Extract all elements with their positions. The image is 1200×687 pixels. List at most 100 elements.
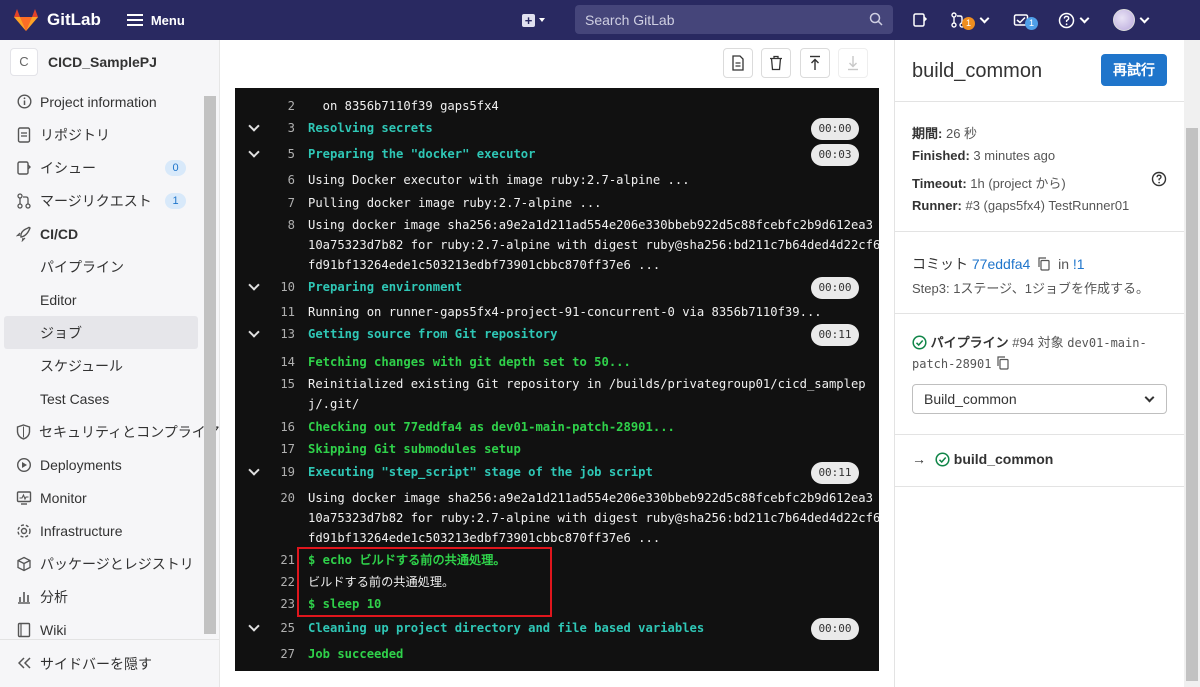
log-line-number[interactable]: 10 [271,277,295,297]
help-menu-button[interactable] [1058,9,1090,31]
log-line-text: $ echo ビルドする前の共通処理。 [308,553,506,567]
log-line-number[interactable]: 22 [271,572,295,592]
search-input[interactable]: Search GitLab [575,5,893,34]
project-name: CICD_SamplePJ [48,54,157,70]
sidebar-item-packages[interactable]: パッケージとレジストリ [0,547,219,580]
help-icon[interactable] [1151,171,1167,187]
trash-icon [770,55,782,71]
log-line-number[interactable]: 3 [271,118,295,138]
chevron-down-icon[interactable] [248,464,260,476]
issues-icon [16,160,32,176]
log-line-number[interactable]: 17 [271,439,295,459]
sidebar-subitem-jobs[interactable]: ジョブ [4,316,198,349]
commit-sha-link[interactable]: 77eddfa4 [972,256,1030,272]
copy-icon[interactable] [997,356,1009,370]
scroll-to-top-button[interactable] [800,48,830,78]
sidebar-item-cicd[interactable]: CI/CD [0,217,219,250]
log-line-text: Fetching changes with git depth set to 5… [308,355,631,369]
log-line-number[interactable]: 23 [271,594,295,614]
sidebar-subitem-editor[interactable]: Editor [0,283,219,316]
chevron-down-icon[interactable] [248,279,260,291]
log-line-number[interactable]: 19 [271,462,295,482]
gitlab-logo[interactable]: GitLab [13,8,101,32]
log-line-number[interactable]: 8 [271,215,295,235]
sidebar-scrollbar[interactable] [204,96,216,634]
sidebar-item-repository[interactable]: リポジトリ [0,118,219,151]
sidebar-item-label: 分析 [40,588,68,605]
page-scrollbar[interactable] [1184,40,1200,687]
chevron-down-icon[interactable] [248,620,260,632]
log-line-number[interactable]: 15 [271,374,295,394]
log-line-number[interactable]: 5 [271,144,295,164]
log-line-number[interactable]: 27 [271,644,295,664]
sidebar-item-merge-requests[interactable]: マージリクエスト 1 [0,184,219,217]
chevron-down-icon[interactable] [248,146,260,158]
log-line-number[interactable]: 16 [271,417,295,437]
mr-count-badge: 1 [962,16,976,30]
log-line-text: Skipping Git submodules setup [308,442,521,456]
merge-request-link[interactable]: !1 [1073,256,1085,272]
log-line-text: Resolving secrets [308,121,433,135]
log-line-text: ビルドする前の共通処理。 [308,575,455,589]
top-navbar: GitLab Menu + Search GitLab 1 1 [0,0,1200,40]
log-line-number[interactable]: 2 [271,96,295,116]
retry-button[interactable]: 再試行 [1101,54,1167,86]
raw-log-button[interactable] [723,48,753,78]
sidebar-item-project-information[interactable]: Project information [0,85,219,118]
log-line-number[interactable]: 11 [271,302,295,322]
todos-nav-button[interactable]: 1 [1013,9,1039,31]
commit-message: Step3: 1ステージ、1ジョブを作成する。 [912,281,1150,296]
merge-requests-nav-button[interactable]: 1 [950,9,990,31]
infrastructure-icon [16,523,32,539]
sidebar-subitem-test-cases[interactable]: Test Cases [0,382,219,415]
sidebar-item-label: リポジトリ [40,126,110,143]
pipeline-branch-row: patch-28901 [912,356,1009,371]
new-dropdown-button[interactable]: + [522,11,546,29]
duration-row: 期間: 26 秒 [912,126,978,141]
log-line-number[interactable]: 14 [271,352,295,372]
log-line-number[interactable]: 13 [271,324,295,344]
project-header[interactable]: C CICD_SamplePJ [0,40,219,84]
collapse-sidebar-button[interactable]: サイドバーを隠す [0,639,219,687]
chevron-down-icon[interactable] [248,120,260,132]
sidebar-item-label: パッケージとレジストリ [40,555,194,572]
document-icon [16,126,32,143]
sidebar-item-label: Monitor [40,489,87,506]
menu-button[interactable]: Menu [126,13,185,28]
section-duration-badge: 00:11 [811,462,859,484]
log-line-number[interactable]: 21 [271,550,295,570]
copy-icon[interactable] [1038,257,1050,271]
sidebar-item-deployments[interactable]: Deployments [0,448,219,481]
sidebar-item-label: Wiki [40,621,67,638]
erase-log-button[interactable] [761,48,791,78]
log-line-number[interactable]: 20 [271,488,295,508]
chevron-down-icon [1139,13,1150,23]
merge-request-icon [16,192,32,209]
sidebar-item-analytics[interactable]: 分析 [0,580,219,613]
sidebar-item-monitor[interactable]: Monitor [0,481,219,514]
log-line-number[interactable]: 7 [271,193,295,213]
job-log: 2 on 8356b7110f39 gaps5fx4 3 Resolving sec… [235,88,881,671]
section-duration-badge: 00:00 [811,277,859,299]
mr-count-badge: 1 [165,192,186,209]
todo-count-badge: 1 [1025,16,1039,30]
log-line-text: Pulling docker image ruby:2.7-alpine ... [308,196,602,210]
stage-select[interactable]: Build_common [912,384,1167,414]
sidebar-subitem-schedules[interactable]: スケジュール [0,349,219,382]
sidebar-item-issues[interactable]: イシュー 0 [0,151,219,184]
user-menu-button[interactable] [1113,9,1150,31]
job-list-item[interactable]: → build_common [912,451,1053,467]
log-line-number[interactable]: 6 [271,170,295,190]
log-line-text: Using docker image sha256:a9e2a1d211ad55… [308,491,881,545]
sidebar-item-infrastructure[interactable]: Infrastructure [0,514,219,547]
plus-icon: + [522,13,535,27]
user-avatar [1113,9,1135,31]
book-icon [16,622,32,638]
chevron-down-icon[interactable] [248,326,260,338]
sidebar-subitem-pipelines[interactable]: パイプライン [0,250,219,283]
scroll-to-bottom-button[interactable] [838,48,868,78]
log-line-number[interactable]: 25 [271,618,295,638]
issues-nav-button[interactable] [912,9,928,31]
sidebar-item-security[interactable]: セキュリティとコンプライアンス [0,415,219,448]
section-duration-badge: 00:03 [811,144,859,166]
